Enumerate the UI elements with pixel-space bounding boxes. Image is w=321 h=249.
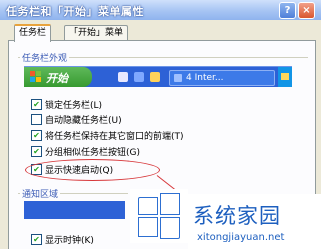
checkbox[interactable]: ✔ [31,234,42,245]
group-label-notification-area: 通知区域 [20,187,61,200]
checkbox[interactable] [31,114,42,125]
windows-logo-icon [30,71,41,82]
tab-start-menu[interactable]: 「开始」菜单 [64,25,129,41]
task-button-label: 4 Inter... [186,73,224,83]
checkbox[interactable]: ✔ [31,99,42,110]
watermark-text: 系统家园 [193,204,281,228]
option-label: 自动隐藏任务栏(U) [45,116,122,126]
tab-taskbar[interactable]: 任务栏 [14,24,52,42]
checkbox[interactable]: ✔ [31,130,42,141]
tray-preview [278,67,292,87]
watermark-logo-icon [130,189,188,243]
internet-explorer-icon [174,74,182,82]
close-button[interactable]: × [298,2,315,19]
task-button-preview: 4 Inter... [169,70,275,86]
option-label: 锁定任务栏(L) [45,101,103,111]
start-label: 开始 [46,72,68,85]
group-label-taskbar-appearance: 任务栏外观 [20,51,70,64]
option-label: 将任务栏保持在其它窗口的前端(T) [45,132,184,142]
notification-area-preview [24,201,125,219]
title-bar[interactable]: 任务栏和「开始」菜单属性 ? × [0,0,321,20]
folder-icon [281,73,289,80]
checkbox[interactable]: ✔ [31,146,42,157]
taskbar-properties-dialog: 任务栏和「开始」菜单属性 ? × 任务栏 「开始」菜单 任务栏外观 开始 4 I… [0,0,321,249]
quick-launch-browser-icon [118,72,128,82]
option-label: 显示时钟(K) [45,236,94,246]
quick-launch-media-icon [150,72,160,82]
watermark-url: xitongjiayuan.net [197,232,285,243]
start-button-preview: 开始 [24,67,92,87]
quick-launch-desktop-icon [134,72,144,82]
highlight-oval [25,159,160,181]
option-label: 分组相似任务栏按钮(G) [45,148,140,158]
help-button[interactable]: ? [279,2,296,19]
window-title: 任务栏和「开始」菜单属性 [6,5,144,18]
taskbar-preview: 开始 4 Inter... [24,66,292,87]
